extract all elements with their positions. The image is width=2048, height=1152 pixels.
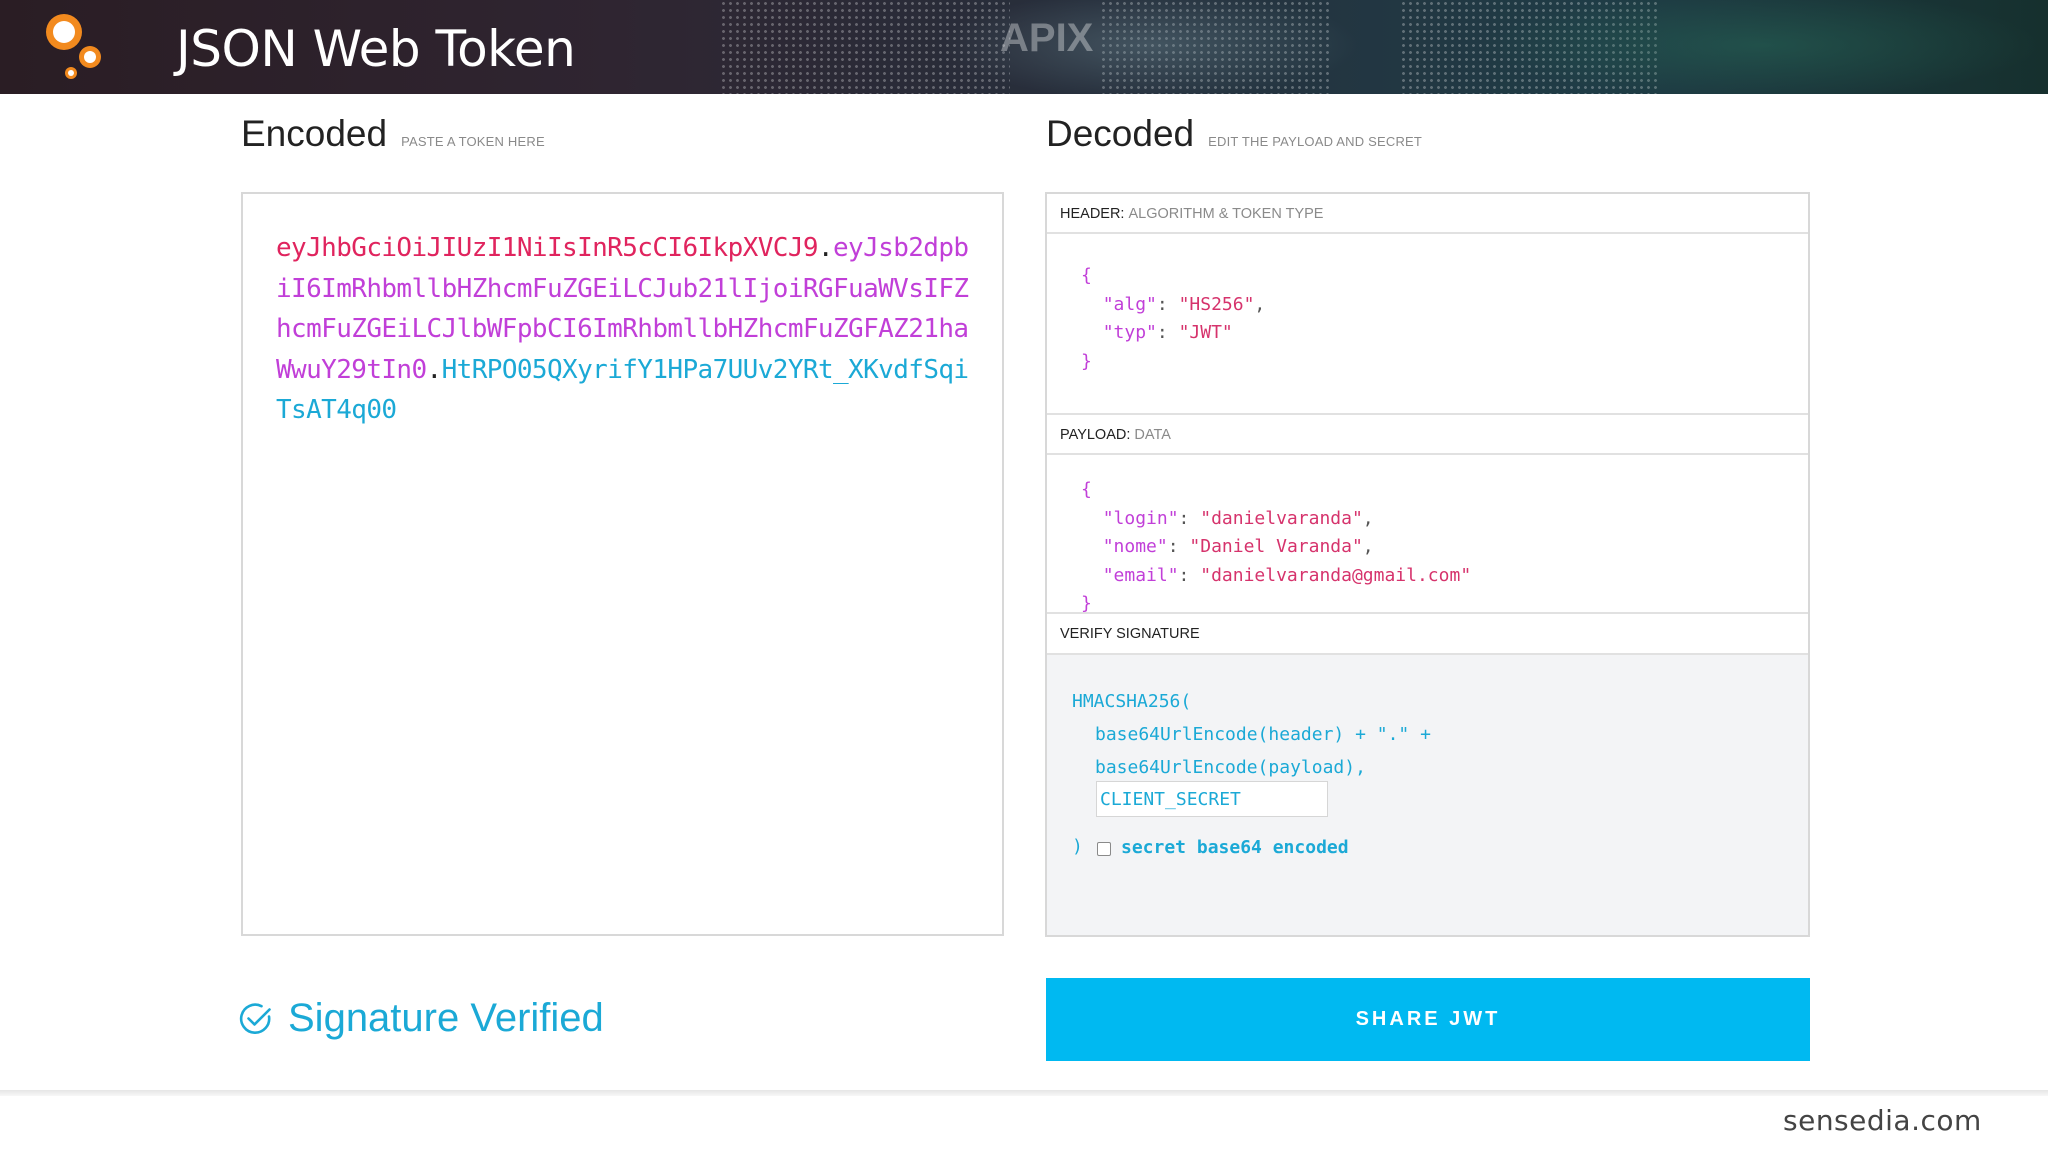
verify-section-label: VERIFY SIGNATURE xyxy=(1060,626,1200,642)
json-colon: : xyxy=(1178,564,1201,586)
encoded-token-text[interactable]: eyJhbGciOiJIUzI1NiIsInR5cCI6IkpXVCJ9.eyJ… xyxy=(276,228,976,431)
json-comma: , xyxy=(1362,507,1374,529)
hmac-header-line: base64UrlEncode(header) + "." + xyxy=(1095,724,1431,745)
footer-brand: sensedia.com xyxy=(1783,1104,1982,1137)
json-key: "login" xyxy=(1102,507,1179,529)
json-open-brace: { xyxy=(1081,265,1092,286)
json-key: "alg" xyxy=(1102,293,1157,315)
json-close-brace: } xyxy=(1081,593,1092,614)
json-colon: : xyxy=(1156,293,1179,315)
token-separator: . xyxy=(817,233,834,263)
check-circle-icon xyxy=(239,1002,271,1034)
page-title: JSON Web Token xyxy=(176,20,576,78)
json-open-brace: { xyxy=(1081,479,1092,500)
banner-background-mark: APIX xyxy=(1000,16,1094,60)
sensedia-logo-icon xyxy=(46,14,101,79)
json-value: "Daniel Varanda" xyxy=(1189,536,1363,557)
decoded-title: Decoded xyxy=(1046,113,1195,154)
secret-base64-checkbox[interactable] xyxy=(1097,842,1111,856)
encoded-heading: Encoded PASTE A TOKEN HERE xyxy=(241,113,545,155)
json-key: "nome" xyxy=(1102,536,1168,557)
header-section-title: HEADER: ALGORITHM & TOKEN TYPE xyxy=(1047,194,1808,234)
payload-json-editor[interactable]: { "login": "danielvaranda", "nome": "Dan… xyxy=(1081,476,1471,619)
banner-glow xyxy=(1480,0,2040,94)
payload-section-title: PAYLOAD: DATA xyxy=(1047,413,1808,455)
json-close-brace: } xyxy=(1081,350,1092,372)
header-section-label: HEADER: xyxy=(1060,206,1125,222)
json-colon: : xyxy=(1167,536,1190,557)
hmac-function-open: HMACSHA256( xyxy=(1072,691,1192,712)
share-jwt-button[interactable]: SHARE JWT xyxy=(1046,978,1810,1061)
json-key: "email" xyxy=(1102,564,1179,586)
footer-divider xyxy=(0,1090,2048,1096)
header-section-sublabel: ALGORITHM & TOKEN TYPE xyxy=(1128,206,1324,222)
verify-signature-area: HMACSHA256( base64UrlEncode(header) + ".… xyxy=(1047,655,1808,935)
token-header-part: eyJhbGciOiJIUzI1NiIsInR5cCI6IkpXVCJ9 xyxy=(276,233,819,263)
json-value: "JWT" xyxy=(1178,322,1233,343)
json-colon: : xyxy=(1178,507,1201,529)
header-json-editor[interactable]: { "alg": "HS256", "typ": "JWT" } xyxy=(1081,262,1265,376)
encoded-title: Encoded xyxy=(241,113,388,154)
decoded-heading: Decoded EDIT THE PAYLOAD AND SECRET xyxy=(1046,113,1422,155)
decoded-panel: HEADER: ALGORITHM & TOKEN TYPE { "alg": "… xyxy=(1045,192,1810,937)
secret-base64-label[interactable]: secret base64 encoded xyxy=(1121,837,1349,858)
json-key: "typ" xyxy=(1102,322,1157,343)
json-value: "danielvaranda@gmail.com" xyxy=(1200,564,1472,586)
encoded-hint: PASTE A TOKEN HERE xyxy=(401,134,545,149)
json-value: "HS256" xyxy=(1178,293,1255,315)
json-colon: : xyxy=(1156,322,1179,343)
json-value: "danielvaranda" xyxy=(1200,507,1363,529)
token-separator: . xyxy=(426,354,443,385)
signature-status: Signature Verified xyxy=(238,996,604,1041)
hmac-function-close: ) xyxy=(1072,836,1083,857)
signature-verified-text: Signature Verified xyxy=(288,996,604,1040)
top-banner: APIX JSON Web Token xyxy=(0,0,2048,94)
payload-section-label: PAYLOAD: xyxy=(1060,427,1131,443)
json-comma: , xyxy=(1362,536,1374,557)
encoded-token-editor[interactable]: eyJhbGciOiJIUzI1NiIsInR5cCI6IkpXVCJ9.eyJ… xyxy=(241,192,1004,936)
client-secret-input[interactable] xyxy=(1096,781,1328,817)
decoded-hint: EDIT THE PAYLOAD AND SECRET xyxy=(1208,134,1423,149)
verify-section-title: VERIFY SIGNATURE xyxy=(1047,612,1808,655)
json-comma: , xyxy=(1254,293,1266,315)
hmac-payload-line: base64UrlEncode(payload), xyxy=(1095,757,1366,778)
payload-section-sublabel: DATA xyxy=(1134,427,1171,443)
